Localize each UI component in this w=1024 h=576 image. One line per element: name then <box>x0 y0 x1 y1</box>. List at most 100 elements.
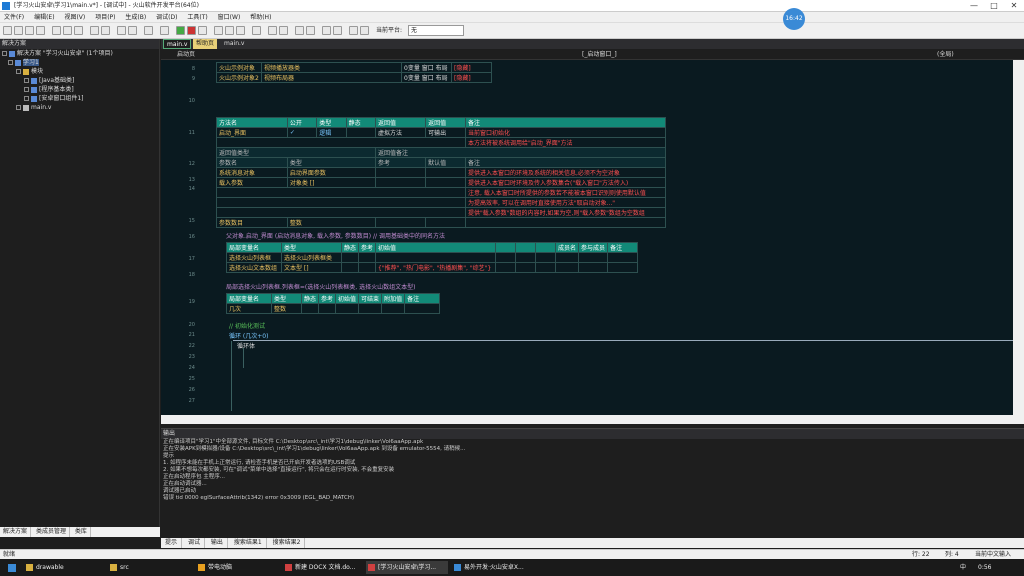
run-icon[interactable] <box>176 26 185 35</box>
param-header: 类型 <box>286 157 377 168</box>
start-button[interactable] <box>4 561 24 574</box>
ime-indicator[interactable]: 中 <box>960 561 966 574</box>
project-icon <box>15 59 21 66</box>
build-icon[interactable] <box>144 26 153 35</box>
tab-debug[interactable]: 调试 <box>184 538 205 548</box>
step-over-icon[interactable] <box>225 26 234 35</box>
editor-tab-main[interactable]: main.v <box>163 39 192 49</box>
menu-project[interactable]: 项目(P) <box>91 12 119 23</box>
replace-icon[interactable] <box>128 26 137 35</box>
save-icon[interactable] <box>25 26 34 35</box>
param-note: 注意, 载入本窗口时所提供的参数若不能被本窗口识别则使用默认值 <box>465 187 666 198</box>
outdent-icon[interactable] <box>279 26 288 35</box>
nav-class-select[interactable]: 启动页 <box>171 50 541 59</box>
editor-horizontal-scrollbar[interactable] <box>161 415 1024 424</box>
redo-icon[interactable] <box>101 26 110 35</box>
tab-search-1[interactable]: 搜索结果1 <box>230 538 267 548</box>
tree-item-modules[interactable]: 模块 <box>0 67 159 76</box>
line-number: 17 <box>188 256 195 262</box>
tab-class-library[interactable]: 类库 <box>72 527 91 537</box>
line-number: 11 <box>188 130 195 136</box>
tab-hint[interactable]: 提示 <box>161 538 183 548</box>
nav-scope-select[interactable]: (全局) <box>931 50 1021 59</box>
expand-icon[interactable] <box>16 105 21 110</box>
copy-icon[interactable] <box>63 26 72 35</box>
expand-icon[interactable] <box>24 96 29 101</box>
open-folder-icon[interactable] <box>14 26 23 35</box>
local-var-table: 局部变量名 类型 静态 参考 初始值 成员名 参与成员 备注 选择火山列表框 选择火山列表框类 … <box>226 242 639 273</box>
editor-vertical-scrollbar[interactable] <box>1013 60 1024 415</box>
expand-icon[interactable] <box>8 60 13 65</box>
taskbar-item-docx[interactable]: 新建 DOCX 文档.do... <box>283 561 363 574</box>
menu-help[interactable]: 帮助(H) <box>246 12 275 23</box>
clock-badge[interactable]: 16:42 <box>783 8 805 30</box>
taskbar-item-ide[interactable]: [学习火山安卓\学习... <box>366 561 448 574</box>
col-header: 类型 <box>316 117 347 128</box>
public-check[interactable]: ✓ <box>286 127 318 138</box>
editor-tab-main-2[interactable]: main.v <box>221 39 247 49</box>
undo-icon[interactable] <box>90 26 99 35</box>
col-header: 参考 <box>358 242 377 253</box>
tab-class-members[interactable]: 类成员管理 <box>33 527 70 537</box>
menu-debug[interactable]: 调试(D) <box>152 12 181 23</box>
menu-view[interactable]: 视图(V) <box>60 12 89 23</box>
tab-search-2[interactable]: 搜索结果2 <box>269 538 306 548</box>
tree-item-java-base[interactable]: [Java基础类] <box>0 76 159 85</box>
settings-icon[interactable] <box>160 26 169 35</box>
menu-edit[interactable]: 编辑(E) <box>30 12 58 23</box>
line-number: 27 <box>188 398 195 404</box>
method-name: 启动_界面 <box>216 127 288 138</box>
breakpoint-icon[interactable] <box>252 26 261 35</box>
maximize-button[interactable]: □ <box>984 0 1004 12</box>
pause-icon[interactable] <box>198 26 207 35</box>
menu-tools[interactable]: 工具(T) <box>183 12 211 23</box>
tree-item-android-window[interactable]: [安卓窗口组件1] <box>0 94 159 103</box>
expand-icon[interactable] <box>24 78 29 83</box>
close-button[interactable]: ✕ <box>1004 0 1024 12</box>
stop-icon[interactable] <box>187 26 196 35</box>
menu-window[interactable]: 窗口(W) <box>214 12 245 23</box>
taskbar-item-drawable[interactable]: drawable <box>24 561 94 574</box>
expand-icon[interactable] <box>24 87 29 92</box>
tree-item-project[interactable]: 学习1 <box>0 58 159 67</box>
uncomment-icon[interactable] <box>306 26 315 35</box>
paste-icon[interactable] <box>74 26 83 35</box>
window-icon[interactable] <box>349 26 358 35</box>
output-panel: 输出 正在编译项目"学习1"中全部源文件, 目标文件 C:\Desktop\sr… <box>161 428 1024 538</box>
expand-icon[interactable] <box>16 69 21 74</box>
editor-tab-help[interactable]: 帮助页 <box>193 39 218 49</box>
menu-build[interactable]: 生成(B) <box>121 12 150 23</box>
tree-item-solution[interactable]: 解决方案 "学习火山安卓" (1个项目) <box>0 49 159 58</box>
platform-select[interactable]: 无 <box>408 25 464 36</box>
line-number: 26 <box>188 387 195 393</box>
taskbar-item-src[interactable]: src <box>108 561 178 574</box>
minimize-button[interactable]: — <box>964 0 984 12</box>
tab-output[interactable]: 输出 <box>207 538 228 548</box>
var-flag: [隐藏] <box>451 62 492 73</box>
find-icon[interactable] <box>117 26 126 35</box>
bookmark-next-icon[interactable] <box>333 26 342 35</box>
output-title: 输出 <box>161 429 1024 439</box>
comment-icon[interactable] <box>295 26 304 35</box>
step-into-icon[interactable] <box>214 26 223 35</box>
bookmark-icon[interactable] <box>322 26 331 35</box>
save-all-icon[interactable] <box>36 26 45 35</box>
line-number: 22 <box>188 343 195 349</box>
output-flag: 可输出 <box>425 127 466 138</box>
taskbar-clock[interactable]: 0:56 <box>978 561 991 574</box>
expand-icon[interactable] <box>2 51 7 56</box>
menu-file[interactable]: 文件(F) <box>0 12 28 23</box>
code-editor[interactable]: 8 9 10 11 12 13 14 15 16 17 18 19 20 21 … <box>161 60 1013 415</box>
line-number: 13 <box>188 177 195 183</box>
step-out-icon[interactable] <box>236 26 245 35</box>
new-file-icon[interactable] <box>3 26 12 35</box>
indent-icon[interactable] <box>268 26 277 35</box>
taskbar-item-dev[interactable]: 易外开发·火山安卓X... <box>452 561 532 574</box>
nav-method-select[interactable]: [_启动窗口_] <box>576 50 946 59</box>
taskbar-item-app[interactable]: 带电动脑 <box>196 561 266 574</box>
tree-item-program-base[interactable]: [程序基本类] <box>0 85 159 94</box>
tree-item-main-file[interactable]: main.v <box>0 103 159 112</box>
cut-icon[interactable] <box>52 26 61 35</box>
layout-icon[interactable] <box>360 26 369 35</box>
tab-solution[interactable]: 解决方案 <box>0 527 32 537</box>
